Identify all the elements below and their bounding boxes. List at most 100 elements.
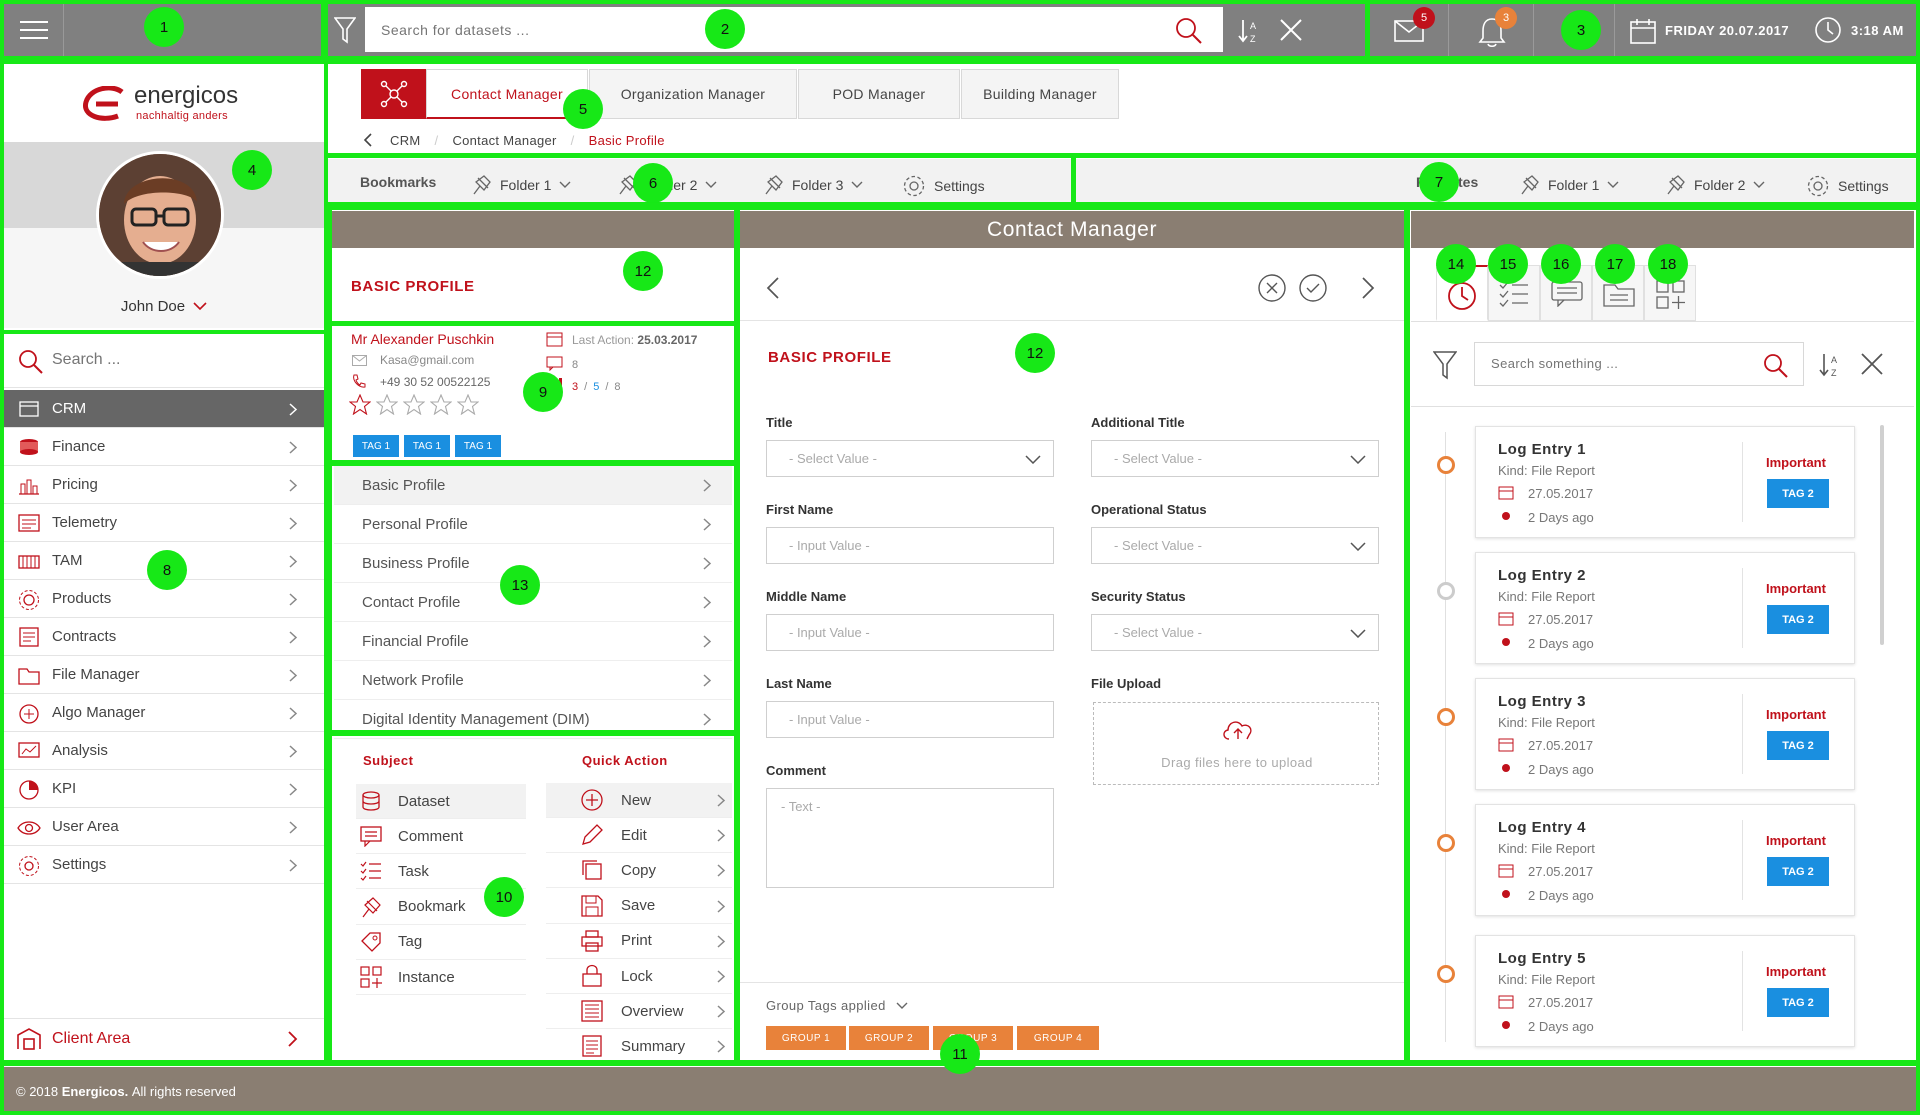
breadcrumb-crm[interactable]: CRM: [390, 133, 421, 148]
sidebar-item-pricing[interactable]: Pricing: [4, 466, 324, 504]
mail-button[interactable]: 5: [1369, 4, 1449, 56]
dataset-search-input[interactable]: [381, 21, 1161, 38]
tab-icon-contact-manager[interactable]: [361, 69, 426, 119]
sidebar-item-settings[interactable]: Settings: [4, 846, 324, 884]
quick-action-save[interactable]: Save: [546, 889, 732, 924]
sidebar-item-crm[interactable]: CRM: [4, 390, 324, 428]
profile-menu-item[interactable]: Network Profile: [334, 661, 732, 700]
favorite-folder-1[interactable]: Folder 1: [1518, 174, 1619, 196]
subject-instance[interactable]: Instance: [356, 960, 526, 995]
dataset-filter-button[interactable]: [326, 6, 364, 54]
comment-textarea[interactable]: - Text -: [766, 788, 1054, 888]
next-record-icon[interactable]: [1361, 277, 1375, 299]
tag-chip[interactable]: TAG 1: [353, 435, 399, 457]
confirm-circle-icon[interactable]: [1298, 273, 1328, 303]
tab-organization-manager[interactable]: Organization Manager: [589, 69, 797, 119]
sidebar-item-file-manager[interactable]: File Manager: [4, 656, 324, 694]
operational-status-select[interactable]: - Select Value -: [1091, 527, 1379, 564]
contact-name[interactable]: Mr Alexander Puschkin: [351, 331, 494, 347]
quick-action-new[interactable]: New: [546, 783, 732, 818]
file-upload-dropzone[interactable]: Drag files here to upload: [1093, 702, 1379, 785]
log-tag[interactable]: TAG 2: [1767, 479, 1829, 508]
close-icon[interactable]: [1279, 18, 1303, 42]
bookmark-folder-3[interactable]: Folder 3: [762, 174, 863, 196]
brand-logo[interactable]: energicos nachhaltig anders: [4, 64, 324, 142]
title-select[interactable]: - Select Value -: [766, 440, 1054, 477]
contact-phone[interactable]: +49 30 52 00522125: [380, 375, 490, 389]
group-tags-toggle[interactable]: Group Tags applied: [766, 998, 908, 1013]
quick-action-lock[interactable]: Lock: [546, 959, 732, 994]
security-status-select[interactable]: - Select Value -: [1091, 614, 1379, 651]
tab-pod-manager[interactable]: POD Manager: [798, 69, 960, 119]
sidebar-search-input[interactable]: [52, 351, 302, 369]
log-tag[interactable]: TAG 2: [1767, 731, 1829, 760]
sidebar-item-contracts[interactable]: Contracts: [4, 618, 324, 656]
favorite-folder-2[interactable]: Folder 2: [1664, 174, 1765, 196]
group-tag[interactable]: GROUP 4: [1017, 1026, 1099, 1050]
profile-menu-item[interactable]: Personal Profile: [334, 505, 732, 544]
sort-az-icon[interactable]: AZ: [1819, 352, 1841, 378]
log-search-bar[interactable]: [1474, 342, 1804, 386]
log-search-input[interactable]: [1491, 356, 1751, 371]
menu-button[interactable]: [4, 4, 64, 56]
sidebar-item-kpi[interactable]: KPI: [4, 770, 324, 808]
quick-action-summary[interactable]: Summary: [546, 1029, 732, 1065]
sidebar-item-telemetry[interactable]: Telemetry: [4, 504, 324, 542]
log-tag[interactable]: TAG 2: [1767, 857, 1829, 886]
star-icon[interactable]: [376, 394, 398, 415]
log-entry-card[interactable]: Log Entry 1 Kind: File Report 27.05.2017 2 …: [1475, 426, 1855, 538]
cancel-circle-icon[interactable]: [1257, 273, 1287, 303]
log-scrollbar[interactable]: [1880, 425, 1884, 645]
filter-icon[interactable]: [1433, 350, 1457, 380]
log-entry-card[interactable]: Log Entry 3 Kind: File Report 27.05.2017 2 …: [1475, 678, 1855, 790]
profile-menu-item[interactable]: Basic Profile: [334, 466, 732, 505]
profile-menu-item[interactable]: Digital Identity Management (DIM): [334, 700, 732, 739]
last-name-input[interactable]: - Input Value -: [766, 701, 1054, 738]
contact-email[interactable]: Kasa@gmail.com: [380, 353, 474, 367]
user-menu[interactable]: John Doe: [4, 294, 324, 318]
bookmark-settings[interactable]: Settings: [902, 174, 985, 198]
avatar[interactable]: [96, 151, 224, 279]
star-icon[interactable]: [349, 394, 371, 415]
quick-action-overview[interactable]: Overview: [546, 994, 732, 1030]
search-icon[interactable]: [1763, 353, 1789, 379]
dataset-search-bar[interactable]: [365, 7, 1223, 52]
subject-comment[interactable]: Comment: [356, 819, 526, 855]
bookmark-folder-1[interactable]: Folder 1: [470, 174, 571, 196]
sort-az-icon[interactable]: AZ: [1238, 18, 1260, 44]
tag-chip[interactable]: TAG 1: [404, 435, 450, 457]
quick-action-copy[interactable]: Copy: [546, 853, 732, 889]
close-icon[interactable]: [1860, 352, 1884, 376]
star-icon[interactable]: [430, 394, 452, 415]
favorite-settings[interactable]: Settings: [1806, 174, 1889, 198]
star-icon[interactable]: [403, 394, 425, 415]
log-tag[interactable]: TAG 2: [1767, 605, 1829, 634]
sidebar-item-analysis[interactable]: Analysis: [4, 732, 324, 770]
client-area-link[interactable]: Client Area: [4, 1018, 324, 1058]
middle-name-input[interactable]: - Input Value -: [766, 614, 1054, 651]
group-tag[interactable]: GROUP 1: [766, 1026, 846, 1050]
log-tag[interactable]: TAG 2: [1767, 988, 1829, 1017]
sidebar-item-user-area[interactable]: User Area: [4, 808, 324, 846]
back-chevron-icon[interactable]: [362, 133, 374, 147]
quick-action-edit[interactable]: Edit: [546, 818, 732, 854]
tag-chip[interactable]: TAG 1: [455, 435, 501, 457]
notifications-button[interactable]: 3: [1450, 4, 1534, 56]
search-icon[interactable]: [1175, 17, 1203, 45]
rating-stars[interactable]: [349, 394, 479, 415]
sidebar-item-algo-manager[interactable]: Algo Manager: [4, 694, 324, 732]
profile-menu-item[interactable]: Financial Profile: [334, 622, 732, 661]
log-entry-card[interactable]: Log Entry 4 Kind: File Report 27.05.2017 2 …: [1475, 804, 1855, 916]
group-tag[interactable]: GROUP 2: [849, 1026, 929, 1050]
first-name-input[interactable]: - Input Value -: [766, 527, 1054, 564]
additional-title-select[interactable]: - Select Value -: [1091, 440, 1379, 477]
quick-action-print[interactable]: Print: [546, 924, 732, 959]
tab-building-manager[interactable]: Building Manager: [961, 69, 1119, 119]
subject-dataset[interactable]: Dataset: [356, 784, 526, 819]
log-entry-card[interactable]: Log Entry 5 Kind: File Report 27.05.2017 2 …: [1475, 935, 1855, 1047]
sidebar-search[interactable]: [4, 336, 324, 388]
sidebar-item-finance[interactable]: Finance: [4, 428, 324, 466]
star-icon[interactable]: [457, 394, 479, 415]
prev-record-icon[interactable]: [766, 277, 780, 299]
subject-tag[interactable]: Tag: [356, 925, 526, 960]
